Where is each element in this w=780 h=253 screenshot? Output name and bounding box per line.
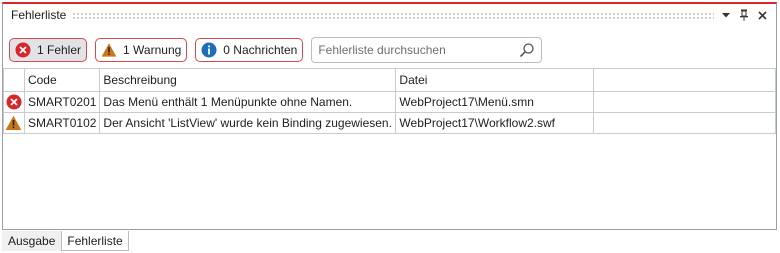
- messages-filter-button[interactable]: 0 Nachrichten: [195, 38, 304, 62]
- error-table: Code Beschreibung Datei SMART0201 Das Me…: [3, 68, 777, 134]
- titlebar-grip[interactable]: [72, 11, 714, 19]
- error-list-panel: Fehlerliste 1 Fehler 1 Warnung 0 Nachric…: [2, 2, 777, 230]
- warnings-filter-label: 1 Warnung: [123, 43, 182, 57]
- filter-toolbar: 1 Fehler 1 Warnung 0 Nachrichten: [9, 37, 543, 63]
- code-cell: SMART0201: [23, 91, 101, 113]
- column-header-file[interactable]: Datei: [395, 68, 594, 92]
- error-table-area: Code Beschreibung Datei SMART0201 Das Me…: [3, 68, 777, 229]
- description-cell: Das Menü enthält 1 Menüpunkte ohne Namen…: [99, 91, 397, 113]
- search-input[interactable]: [318, 43, 520, 57]
- code-cell: SMART0102: [23, 112, 101, 134]
- close-icon[interactable]: [756, 8, 768, 22]
- search-box[interactable]: [311, 37, 543, 63]
- column-header-severity[interactable]: [3, 68, 25, 92]
- severity-cell: [3, 91, 25, 113]
- tab-fehlerliste[interactable]: Fehlerliste: [61, 231, 129, 251]
- column-header-code[interactable]: Code: [23, 68, 101, 92]
- info-icon: [201, 42, 217, 58]
- warning-icon: [101, 42, 117, 58]
- pin-icon[interactable]: [738, 8, 750, 22]
- table-row[interactable]: SMART0201 Das Menü enthält 1 Menüpunkte …: [3, 91, 777, 113]
- table-row[interactable]: SMART0102 Der Ansicht 'ListView' wurde k…: [3, 112, 777, 134]
- errors-filter-label: 1 Fehler: [37, 43, 82, 57]
- severity-cell: [3, 112, 25, 134]
- filler-cell: [592, 91, 777, 113]
- file-cell: WebProject17\Workflow2.swf: [395, 112, 594, 134]
- warnings-filter-button[interactable]: 1 Warnung: [95, 38, 188, 62]
- tab-ausgabe[interactable]: Ausgabe: [2, 231, 62, 251]
- errors-filter-button[interactable]: 1 Fehler: [9, 38, 88, 62]
- panel-title: Fehlerliste: [11, 8, 67, 22]
- messages-filter-label: 0 Nachrichten: [223, 43, 298, 57]
- search-icon[interactable]: [519, 42, 535, 58]
- warning-icon: [5, 115, 22, 131]
- table-header-row: Code Beschreibung Datei: [3, 68, 777, 92]
- error-icon: [6, 94, 22, 110]
- dropdown-icon[interactable]: [720, 8, 732, 22]
- description-cell: Der Ansicht 'ListView' wurde kein Bindin…: [99, 112, 397, 134]
- file-cell: WebProject17\Menü.smn: [395, 91, 594, 113]
- panel-titlebar[interactable]: Fehlerliste: [3, 4, 776, 26]
- error-icon: [15, 42, 31, 58]
- column-header-description[interactable]: Beschreibung: [99, 68, 397, 92]
- filler-cell: [592, 112, 777, 134]
- bottom-tab-strip: Ausgabe Fehlerliste: [2, 231, 129, 251]
- column-header-filler: [592, 68, 777, 92]
